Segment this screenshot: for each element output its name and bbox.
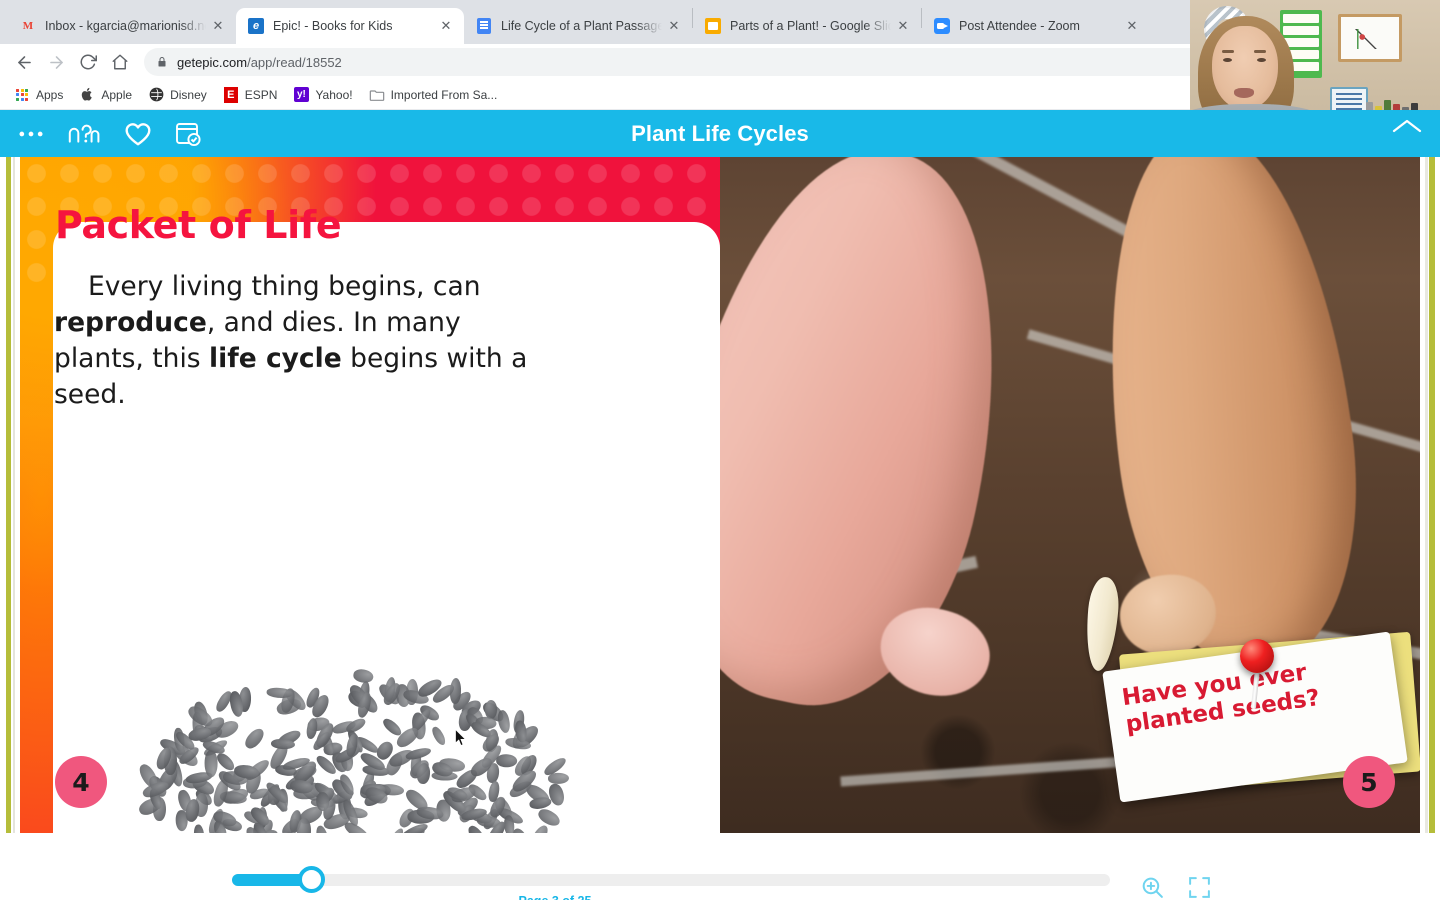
reader-tool-buttons	[1140, 875, 1212, 900]
epic-icon: e	[248, 18, 264, 34]
back-button[interactable]	[8, 46, 40, 78]
book-page-left[interactable]: Packet of Life Every living thing begins…	[0, 157, 720, 833]
espn-icon: E	[223, 86, 239, 103]
body-bold-reproduce: reproduce	[54, 307, 207, 339]
page-spine-edge	[0, 157, 20, 833]
favorite-heart-icon[interactable]	[124, 121, 152, 147]
url-text: getepic.com/app/read/18552	[177, 55, 342, 70]
url-domain: getepic.com	[177, 54, 248, 70]
bookmark-label: ESPN	[244, 87, 278, 102]
reader-controls-bar: Page 3 of 25	[0, 837, 1440, 900]
seed	[496, 709, 512, 735]
folder-icon	[369, 87, 385, 103]
page-outer-edge	[1420, 157, 1440, 833]
google-slides-icon	[705, 18, 721, 34]
bookmark-label: Apple	[101, 87, 133, 102]
browser-tab-inbox[interactable]: M Inbox - kgarcia@marionisd.net ✕	[8, 8, 236, 44]
page-heading: Packet of Life	[55, 203, 342, 247]
more-options-icon[interactable]	[18, 129, 44, 139]
page-slider-thumb[interactable]	[298, 866, 325, 893]
participant-mouth	[1234, 88, 1254, 98]
seed	[352, 668, 375, 685]
tab-close-icon[interactable]: ✕	[895, 18, 911, 34]
browser-tab-epic[interactable]: e Epic! - Books for Kids ✕	[236, 8, 464, 44]
bookmark-yahoo[interactable]: y! Yahoo!	[285, 83, 360, 107]
epic-toolbar-icons	[0, 120, 202, 148]
body-text-part-1: Every living thing begins, can	[88, 271, 481, 302]
lock-icon	[156, 56, 168, 68]
reload-button[interactable]	[72, 46, 104, 78]
seed	[415, 762, 431, 785]
tab-close-icon[interactable]: ✕	[1124, 18, 1140, 34]
google-docs-icon	[476, 18, 492, 34]
sunflower-seeds-image: []	[105, 637, 605, 833]
page-slider[interactable]	[232, 866, 1110, 893]
seed	[242, 725, 268, 752]
tab-title: Life Cycle of a Plant Passage -	[501, 19, 662, 33]
bookmark-imported-from-safari[interactable]: Imported From Sa...	[361, 83, 506, 107]
seed	[429, 725, 448, 748]
tab-title: Parts of a Plant! - Google Slide	[730, 19, 891, 33]
seed	[495, 753, 518, 768]
forward-button[interactable]	[40, 46, 72, 78]
home-button[interactable]	[104, 46, 136, 78]
apple-icon	[79, 87, 95, 103]
bookmark-espn[interactable]: E ESPN	[215, 83, 286, 107]
yahoo-icon: y!	[293, 87, 309, 103]
chevron-up-icon[interactable]	[1384, 112, 1430, 140]
browser-tab-life-cycle-passage[interactable]: Life Cycle of a Plant Passage - ✕	[464, 8, 692, 44]
gmail-icon: M	[22, 19, 34, 32]
bookmark-apps[interactable]: Apps	[6, 83, 71, 107]
seed	[526, 822, 551, 833]
book-page-right[interactable]: Have you ever planted seeds? 5	[720, 157, 1440, 833]
page-indicator: Page 3 of 25	[0, 894, 1110, 900]
browser-tab-post-attendee-zoom[interactable]: Post Attendee - Zoom ✕	[922, 8, 1150, 44]
zoom-webcam-overlay[interactable]	[1190, 0, 1440, 140]
browser-window: M Inbox - kgarcia@marionisd.net ✕ e Epic…	[0, 0, 1440, 900]
seed	[192, 824, 205, 833]
mouse-cursor	[455, 729, 467, 746]
zoom-icon	[934, 18, 950, 34]
whiteboard-framed	[1338, 14, 1402, 62]
tab-close-icon[interactable]: ✕	[210, 18, 226, 34]
tab-title: Inbox - kgarcia@marionisd.net	[45, 19, 206, 33]
zoom-in-icon[interactable]	[1140, 875, 1165, 900]
page-body-text: Every living thing begins, can reproduce…	[54, 269, 534, 413]
tab-close-icon[interactable]: ✕	[438, 18, 454, 34]
seed	[205, 749, 219, 778]
browser-tab-parts-of-a-plant[interactable]: Parts of a Plant! - Google Slide ✕	[693, 8, 921, 44]
url-path: /app/read/18552	[247, 54, 342, 70]
disney-globe-icon	[148, 87, 164, 103]
assign-book-icon[interactable]	[174, 120, 202, 148]
tab-title: Epic! - Books for Kids	[273, 19, 393, 33]
bookmark-label: Yahoo!	[315, 87, 353, 102]
page-number-badge-right: 5	[1343, 756, 1395, 808]
book-reader: Packet of Life Every living thing begins…	[0, 157, 1440, 837]
quiz-icon[interactable]	[66, 120, 102, 148]
apps-grid-icon	[14, 87, 30, 103]
tab-close-icon[interactable]: ✕	[666, 18, 682, 34]
fullscreen-icon[interactable]	[1187, 875, 1212, 900]
bookmark-label: Disney	[170, 87, 207, 102]
bookmark-apple[interactable]: Apple	[71, 83, 140, 107]
seed	[344, 715, 368, 735]
page-number-badge-left: 4	[55, 756, 107, 808]
bookmark-label: Apps	[36, 87, 64, 102]
bookmark-label: Imported From Sa...	[390, 87, 498, 102]
bookmark-disney[interactable]: Disney	[140, 83, 215, 107]
pushpin-icon	[1240, 639, 1274, 673]
tab-title: Post Attendee - Zoom	[959, 19, 1080, 33]
body-bold-life-cycle: life cycle	[209, 343, 342, 375]
